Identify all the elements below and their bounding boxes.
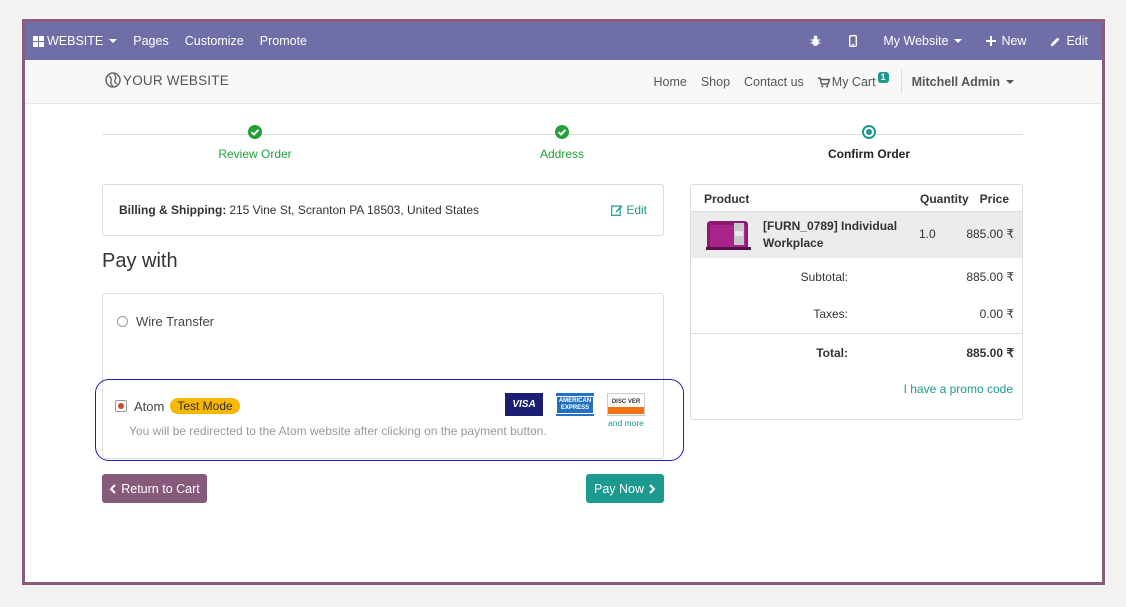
payment-option-atom[interactable]: Atom Test Mode bbox=[115, 398, 240, 414]
cart-count-badge: 1 bbox=[877, 71, 889, 83]
col-product: Product bbox=[704, 192, 750, 206]
mobile-preview-button[interactable] bbox=[835, 22, 871, 60]
atom-radio[interactable] bbox=[115, 400, 127, 412]
edit-button[interactable]: Edit bbox=[1038, 22, 1102, 60]
taxes-value: 0.00 ₹ bbox=[979, 307, 1014, 321]
step-label: Review Order bbox=[218, 147, 292, 161]
wire-transfer-label: Wire Transfer bbox=[136, 314, 215, 329]
my-website-menu[interactable]: My Website bbox=[871, 22, 974, 60]
user-name: Mitchell Admin bbox=[911, 75, 1000, 89]
check-icon bbox=[248, 125, 262, 139]
step-review-order[interactable]: Review Order bbox=[155, 125, 355, 161]
order-summary: Product Quantity Price [FURN_0789] Indiv… bbox=[690, 184, 1023, 420]
nav-shop[interactable]: Shop bbox=[701, 75, 730, 89]
atom-description: You will be redirected to the Atom websi… bbox=[129, 424, 547, 438]
admin-top-bar: WEBSITE Pages Customize Promote My Websi… bbox=[25, 22, 1102, 60]
chevron-left-icon bbox=[109, 483, 116, 494]
cart-icon bbox=[817, 76, 830, 87]
amex-card-icon: AMERICAN EXPRESS bbox=[555, 393, 595, 416]
edit-label: Edit bbox=[1066, 34, 1088, 48]
step-label: Confirm Order bbox=[827, 147, 910, 161]
total-label: Total: bbox=[816, 346, 848, 360]
promote-menu[interactable]: Promote bbox=[252, 22, 315, 60]
debug-button[interactable] bbox=[796, 22, 835, 60]
product-thumbnail[interactable] bbox=[704, 217, 754, 253]
check-icon bbox=[555, 125, 569, 139]
subtotal-row: Subtotal: 885.00 ₹ bbox=[691, 258, 1022, 296]
nav-home[interactable]: Home bbox=[653, 75, 686, 89]
browser-frame: WEBSITE Pages Customize Promote My Websi… bbox=[22, 19, 1105, 585]
edit-address-link[interactable]: Edit bbox=[611, 203, 647, 217]
apps-grid-icon bbox=[33, 35, 44, 47]
step-address[interactable]: Address bbox=[462, 125, 662, 161]
payment-option-wire-transfer[interactable]: Wire Transfer bbox=[117, 314, 214, 329]
subtotal-label: Subtotal: bbox=[800, 270, 848, 284]
taxes-label: Taxes: bbox=[813, 307, 848, 321]
step-label: Address bbox=[539, 147, 585, 161]
main-nav: Home Shop Contact us My Cart 1 Mitchell … bbox=[639, 60, 1014, 104]
summary-header: Product Quantity Price bbox=[691, 185, 1022, 212]
billing-address: 215 Vine St, Scranton PA 18503, United S… bbox=[229, 203, 480, 217]
payment-methods-box: Wire Transfer Atom Test Mode You will be… bbox=[102, 293, 664, 459]
edit-address-label: Edit bbox=[626, 203, 647, 217]
pay-now-button[interactable]: Pay Now bbox=[586, 474, 664, 503]
col-price: Price bbox=[979, 192, 1009, 206]
product-price: 885.00 ₹ bbox=[966, 227, 1014, 241]
return-to-cart-label: Return to Cart bbox=[121, 481, 200, 496]
website-menu[interactable]: WEBSITE bbox=[25, 22, 125, 60]
my-website-label: My Website bbox=[883, 34, 949, 48]
chevron-down-icon bbox=[1006, 80, 1014, 84]
atom-label: Atom bbox=[134, 398, 165, 414]
mobile-icon bbox=[849, 35, 858, 47]
billing-shipping-box: Billing & Shipping: 215 Vine St, Scranto… bbox=[102, 184, 664, 236]
chevron-down-icon bbox=[954, 39, 963, 43]
user-menu[interactable]: Mitchell Admin bbox=[900, 70, 1014, 94]
col-quantity: Quantity bbox=[920, 192, 969, 206]
chevron-right-icon bbox=[649, 483, 656, 494]
discover-card-icon: DISC VER bbox=[607, 393, 645, 416]
plus-icon bbox=[986, 36, 997, 46]
table-row: [FURN_0789] Individual Workplace 1.0 885… bbox=[691, 212, 1022, 258]
new-label: New bbox=[1001, 34, 1027, 48]
subtotal-value: 885.00 ₹ bbox=[966, 270, 1014, 284]
new-button[interactable]: New bbox=[974, 22, 1038, 60]
site-logo[interactable]: YOUR WEBSITE bbox=[105, 72, 229, 88]
return-to-cart-button[interactable]: Return to Cart bbox=[102, 474, 207, 503]
total-value: 885.00 ₹ bbox=[966, 346, 1014, 360]
and-more-link[interactable]: and more bbox=[608, 418, 644, 428]
customize-menu[interactable]: Customize bbox=[177, 22, 252, 60]
site-header: YOUR WEBSITE Home Shop Contact us My Car… bbox=[25, 60, 1102, 104]
product-name[interactable]: [FURN_0789] Individual Workplace bbox=[763, 218, 903, 252]
logo-text: YOUR WEBSITE bbox=[123, 72, 229, 88]
billing-label: Billing & Shipping: bbox=[119, 203, 227, 217]
product-quantity: 1.0 bbox=[919, 227, 936, 241]
promo-code-link[interactable]: I have a promo code bbox=[904, 382, 1013, 396]
taxes-row: Taxes: 0.00 ₹ bbox=[691, 295, 1022, 333]
pay-with-heading: Pay with bbox=[102, 250, 178, 272]
visa-card-icon: VISA bbox=[505, 393, 543, 416]
website-menu-label: WEBSITE bbox=[47, 34, 104, 48]
edit-icon bbox=[611, 205, 623, 216]
pencil-icon bbox=[1051, 37, 1060, 46]
total-row: Total: 885.00 ₹ bbox=[691, 333, 1022, 371]
current-step-icon bbox=[862, 125, 876, 139]
bug-icon bbox=[810, 35, 821, 46]
cart-label: My Cart bbox=[831, 75, 876, 89]
step-confirm-order: Confirm Order bbox=[769, 125, 969, 161]
nav-my-cart[interactable]: My Cart 1 bbox=[817, 71, 889, 89]
chevron-down-icon bbox=[109, 39, 118, 43]
test-mode-badge: Test Mode bbox=[170, 398, 240, 414]
checkout-progress: Review Order Address Confirm Order bbox=[102, 119, 1023, 169]
pages-menu[interactable]: Pages bbox=[125, 22, 176, 60]
globe-icon bbox=[105, 72, 121, 88]
nav-contact-us[interactable]: Contact us bbox=[744, 75, 804, 89]
pay-now-label: Pay Now bbox=[593, 481, 645, 496]
wire-transfer-radio[interactable] bbox=[117, 316, 128, 327]
